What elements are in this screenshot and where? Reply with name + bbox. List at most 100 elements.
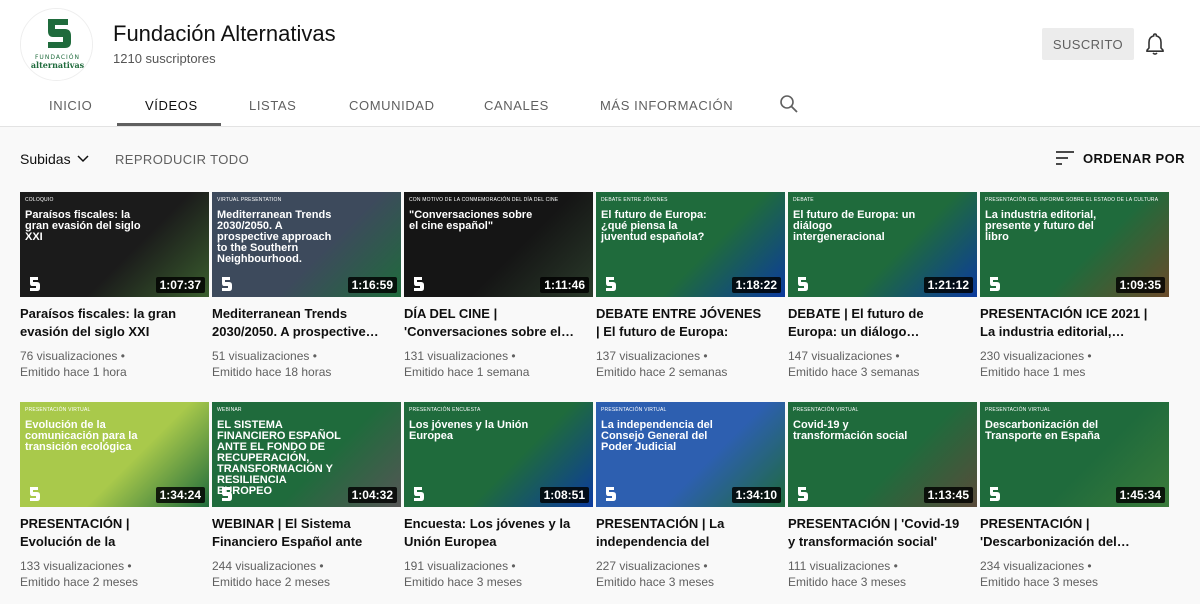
video-views: 227 visualizaciones • [596, 559, 708, 573]
video-duration: 1:16:59 [347, 277, 397, 293]
video-card[interactable]: DEBATE ENTRE JÓVENES El futuro de Europa… [596, 192, 785, 387]
video-card[interactable]: WEBINAR EL SISTEMA FINANCIERO ESPAÑOL AN… [212, 402, 401, 597]
video-date: Emitido hace 2 meses [212, 575, 331, 589]
video-title[interactable]: PRESENTACIÓN | Evolución de la comunicac… [20, 515, 192, 551]
tab-mas-informacion[interactable]: MÁS INFORMACIÓN [600, 98, 733, 113]
video-duration: 1:18:22 [731, 277, 781, 293]
foundation-logo-icon [222, 277, 232, 291]
video-views: 230 visualizaciones • [980, 349, 1092, 363]
uploads-filter-dropdown[interactable]: Subidas [20, 151, 71, 167]
video-card[interactable]: PRESENTACIÓN DEL INFORME SOBRE EL ESTADO… [980, 192, 1169, 387]
video-thumbnail[interactable]: PRESENTACIÓN VIRTUAL Covid-19 y transfor… [788, 402, 977, 507]
video-date: Emitido hace 3 semanas [788, 365, 920, 379]
channel-avatar[interactable]: FUNDACIÓN alternativas [20, 8, 93, 81]
video-title[interactable]: PRESENTACIÓN ICE 2021 | La industria edi… [980, 305, 1152, 341]
thumbnail-tag: PRESENTACIÓN VIRTUAL [601, 407, 667, 413]
tab-canales[interactable]: CANALES [484, 98, 549, 113]
video-thumbnail[interactable]: VIRTUAL PRESENTATION Mediterranean Trend… [212, 192, 401, 297]
video-card[interactable]: DEBATE El futuro de Europa: un diálogo i… [788, 192, 977, 387]
video-date: Emitido hace 3 meses [596, 575, 715, 589]
tab-listas[interactable]: LISTAS [249, 98, 296, 113]
video-title[interactable]: PRESENTACIÓN | 'Descarbonización del… [980, 515, 1152, 551]
video-date: Emitido hace 1 semana [404, 365, 530, 379]
thumbnail-title: El futuro de Europa: un diálogo intergen… [793, 209, 916, 243]
video-views: 244 visualizaciones • [212, 559, 324, 573]
thumbnail-tag: PRESENTACIÓN VIRTUAL [793, 407, 859, 413]
video-card[interactable]: PRESENTACIÓN ENCUESTA Los jóvenes y la U… [404, 402, 593, 597]
video-title[interactable]: PRESENTACIÓN | La independencia del Cons… [596, 515, 768, 551]
active-tab-indicator [117, 123, 221, 126]
video-duration: 1:04:32 [347, 487, 397, 503]
video-thumbnail[interactable]: PRESENTACIÓN VIRTUAL La independencia de… [596, 402, 785, 507]
video-thumbnail[interactable]: DEBATE El futuro de Europa: un diálogo i… [788, 192, 977, 297]
thumbnail-title: El futuro de Europa: ¿qué piensa la juve… [601, 209, 707, 243]
tab-videos[interactable]: VÍDEOS [145, 98, 198, 113]
sort-by-button[interactable]: ORDENAR POR [1083, 151, 1185, 166]
tab-inicio[interactable]: INICIO [49, 98, 92, 113]
foundation-logo-icon [30, 277, 40, 291]
thumbnail-title: "Conversaciones sobre el cine español" [409, 209, 533, 232]
video-date: Emitido hace 18 horas [212, 365, 332, 379]
subscribed-button[interactable]: SUSCRITO [1042, 28, 1134, 60]
video-date: Emitido hace 1 hora [20, 365, 127, 379]
tab-comunidad[interactable]: COMUNIDAD [349, 98, 435, 113]
video-date: Emitido hace 1 mes [980, 365, 1086, 379]
video-card[interactable]: COLOQUIO Paraísos fiscales: la gran evas… [20, 192, 209, 387]
video-thumbnail[interactable]: PRESENTACIÓN DEL INFORME SOBRE EL ESTADO… [980, 192, 1169, 297]
video-title[interactable]: PRESENTACIÓN | 'Covid-19 y transformació… [788, 515, 960, 551]
video-views: 76 visualizaciones • [20, 349, 125, 363]
channel-header: FUNDACIÓN alternativas Fundación Alterna… [0, 0, 1200, 84]
video-duration: 1:45:34 [1115, 487, 1165, 503]
video-title[interactable]: DÍA DEL CINE | 'Conversaciones sobre el… [404, 305, 576, 341]
play-all-button[interactable]: REPRODUCIR TODO [115, 152, 249, 167]
video-card[interactable]: PRESENTACIÓN VIRTUAL Evolución de la com… [20, 402, 209, 597]
search-icon[interactable] [779, 94, 799, 114]
video-duration: 1:34:24 [155, 487, 205, 503]
video-duration: 1:09:35 [1115, 277, 1165, 293]
chevron-down-icon[interactable] [76, 153, 90, 165]
thumbnail-title: Evolución de la comunicación para la tra… [25, 419, 138, 453]
sort-bar: Subidas REPRODUCIR TODO ORDENAR POR [0, 127, 1200, 191]
video-duration: 1:08:51 [539, 487, 589, 503]
thumbnail-tag: VIRTUAL PRESENTATION [217, 197, 282, 203]
notification-bell-icon[interactable] [1144, 32, 1166, 56]
video-views: 191 visualizaciones • [404, 559, 516, 573]
video-duration: 1:21:12 [923, 277, 973, 293]
video-date: Emitido hace 2 semanas [596, 365, 728, 379]
video-card[interactable]: PRESENTACIÓN VIRTUAL Covid-19 y transfor… [788, 402, 977, 597]
video-title[interactable]: Encuesta: Los jóvenes y la Unión Europea [404, 515, 576, 551]
thumbnail-title: La industria editorial, presente y futur… [985, 209, 1097, 243]
video-thumbnail[interactable]: COLOQUIO Paraísos fiscales: la gran evas… [20, 192, 209, 297]
video-card[interactable]: CON MOTIVO DE LA CONMEMORACIÓN DEL DÍA D… [404, 192, 593, 387]
channel-tabs: INICIO VÍDEOS LISTAS COMUNIDAD CANALES M… [0, 84, 1200, 127]
thumbnail-tag: PRESENTACIÓN ENCUESTA [409, 407, 481, 413]
video-card[interactable]: VIRTUAL PRESENTATION Mediterranean Trend… [212, 192, 401, 387]
video-views: 133 visualizaciones • [20, 559, 132, 573]
video-title[interactable]: DEBATE ENTRE JÓVENES | El futuro de Euro… [596, 305, 768, 341]
video-thumbnail[interactable]: PRESENTACIÓN ENCUESTA Los jóvenes y la U… [404, 402, 593, 507]
foundation-logo-icon [30, 487, 40, 501]
video-views: 147 visualizaciones • [788, 349, 900, 363]
thumbnail-tag: PRESENTACIÓN VIRTUAL [985, 407, 1051, 413]
video-thumbnail[interactable]: CON MOTIVO DE LA CONMEMORACIÓN DEL DÍA D… [404, 192, 593, 297]
video-date: Emitido hace 2 meses [20, 575, 139, 589]
video-thumbnail[interactable]: PRESENTACIÓN VIRTUAL Evolución de la com… [20, 402, 209, 507]
thumbnail-title: Covid-19 y transformación social [793, 419, 908, 442]
subscriber-count: 1210 suscriptores [113, 51, 216, 66]
video-card[interactable]: PRESENTACIÓN VIRTUAL La independencia de… [596, 402, 785, 597]
video-title[interactable]: DEBATE | El futuro de Europa: un diálogo… [788, 305, 960, 341]
video-thumbnail[interactable]: DEBATE ENTRE JÓVENES El futuro de Europa… [596, 192, 785, 297]
video-views: 137 visualizaciones • [596, 349, 708, 363]
foundation-logo-icon [798, 487, 808, 501]
sort-icon[interactable] [1056, 150, 1074, 166]
video-title[interactable]: WEBINAR | El Sistema Financiero Español … [212, 515, 384, 551]
thumbnail-tag: DEBATE ENTRE JÓVENES [601, 197, 668, 203]
foundation-logo-icon [414, 277, 424, 291]
video-title[interactable]: Mediterranean Trends 2030/2050. A prospe… [212, 305, 384, 341]
video-duration: 1:07:37 [155, 277, 205, 293]
video-card[interactable]: PRESENTACIÓN VIRTUAL Descarbonización de… [980, 402, 1169, 597]
video-thumbnail[interactable]: WEBINAR EL SISTEMA FINANCIERO ESPAÑOL AN… [212, 402, 401, 507]
thumbnail-tag: WEBINAR [217, 407, 242, 413]
video-thumbnail[interactable]: PRESENTACIÓN VIRTUAL Descarbonización de… [980, 402, 1169, 507]
video-title[interactable]: Paraísos fiscales: la gran evasión del s… [20, 305, 192, 341]
